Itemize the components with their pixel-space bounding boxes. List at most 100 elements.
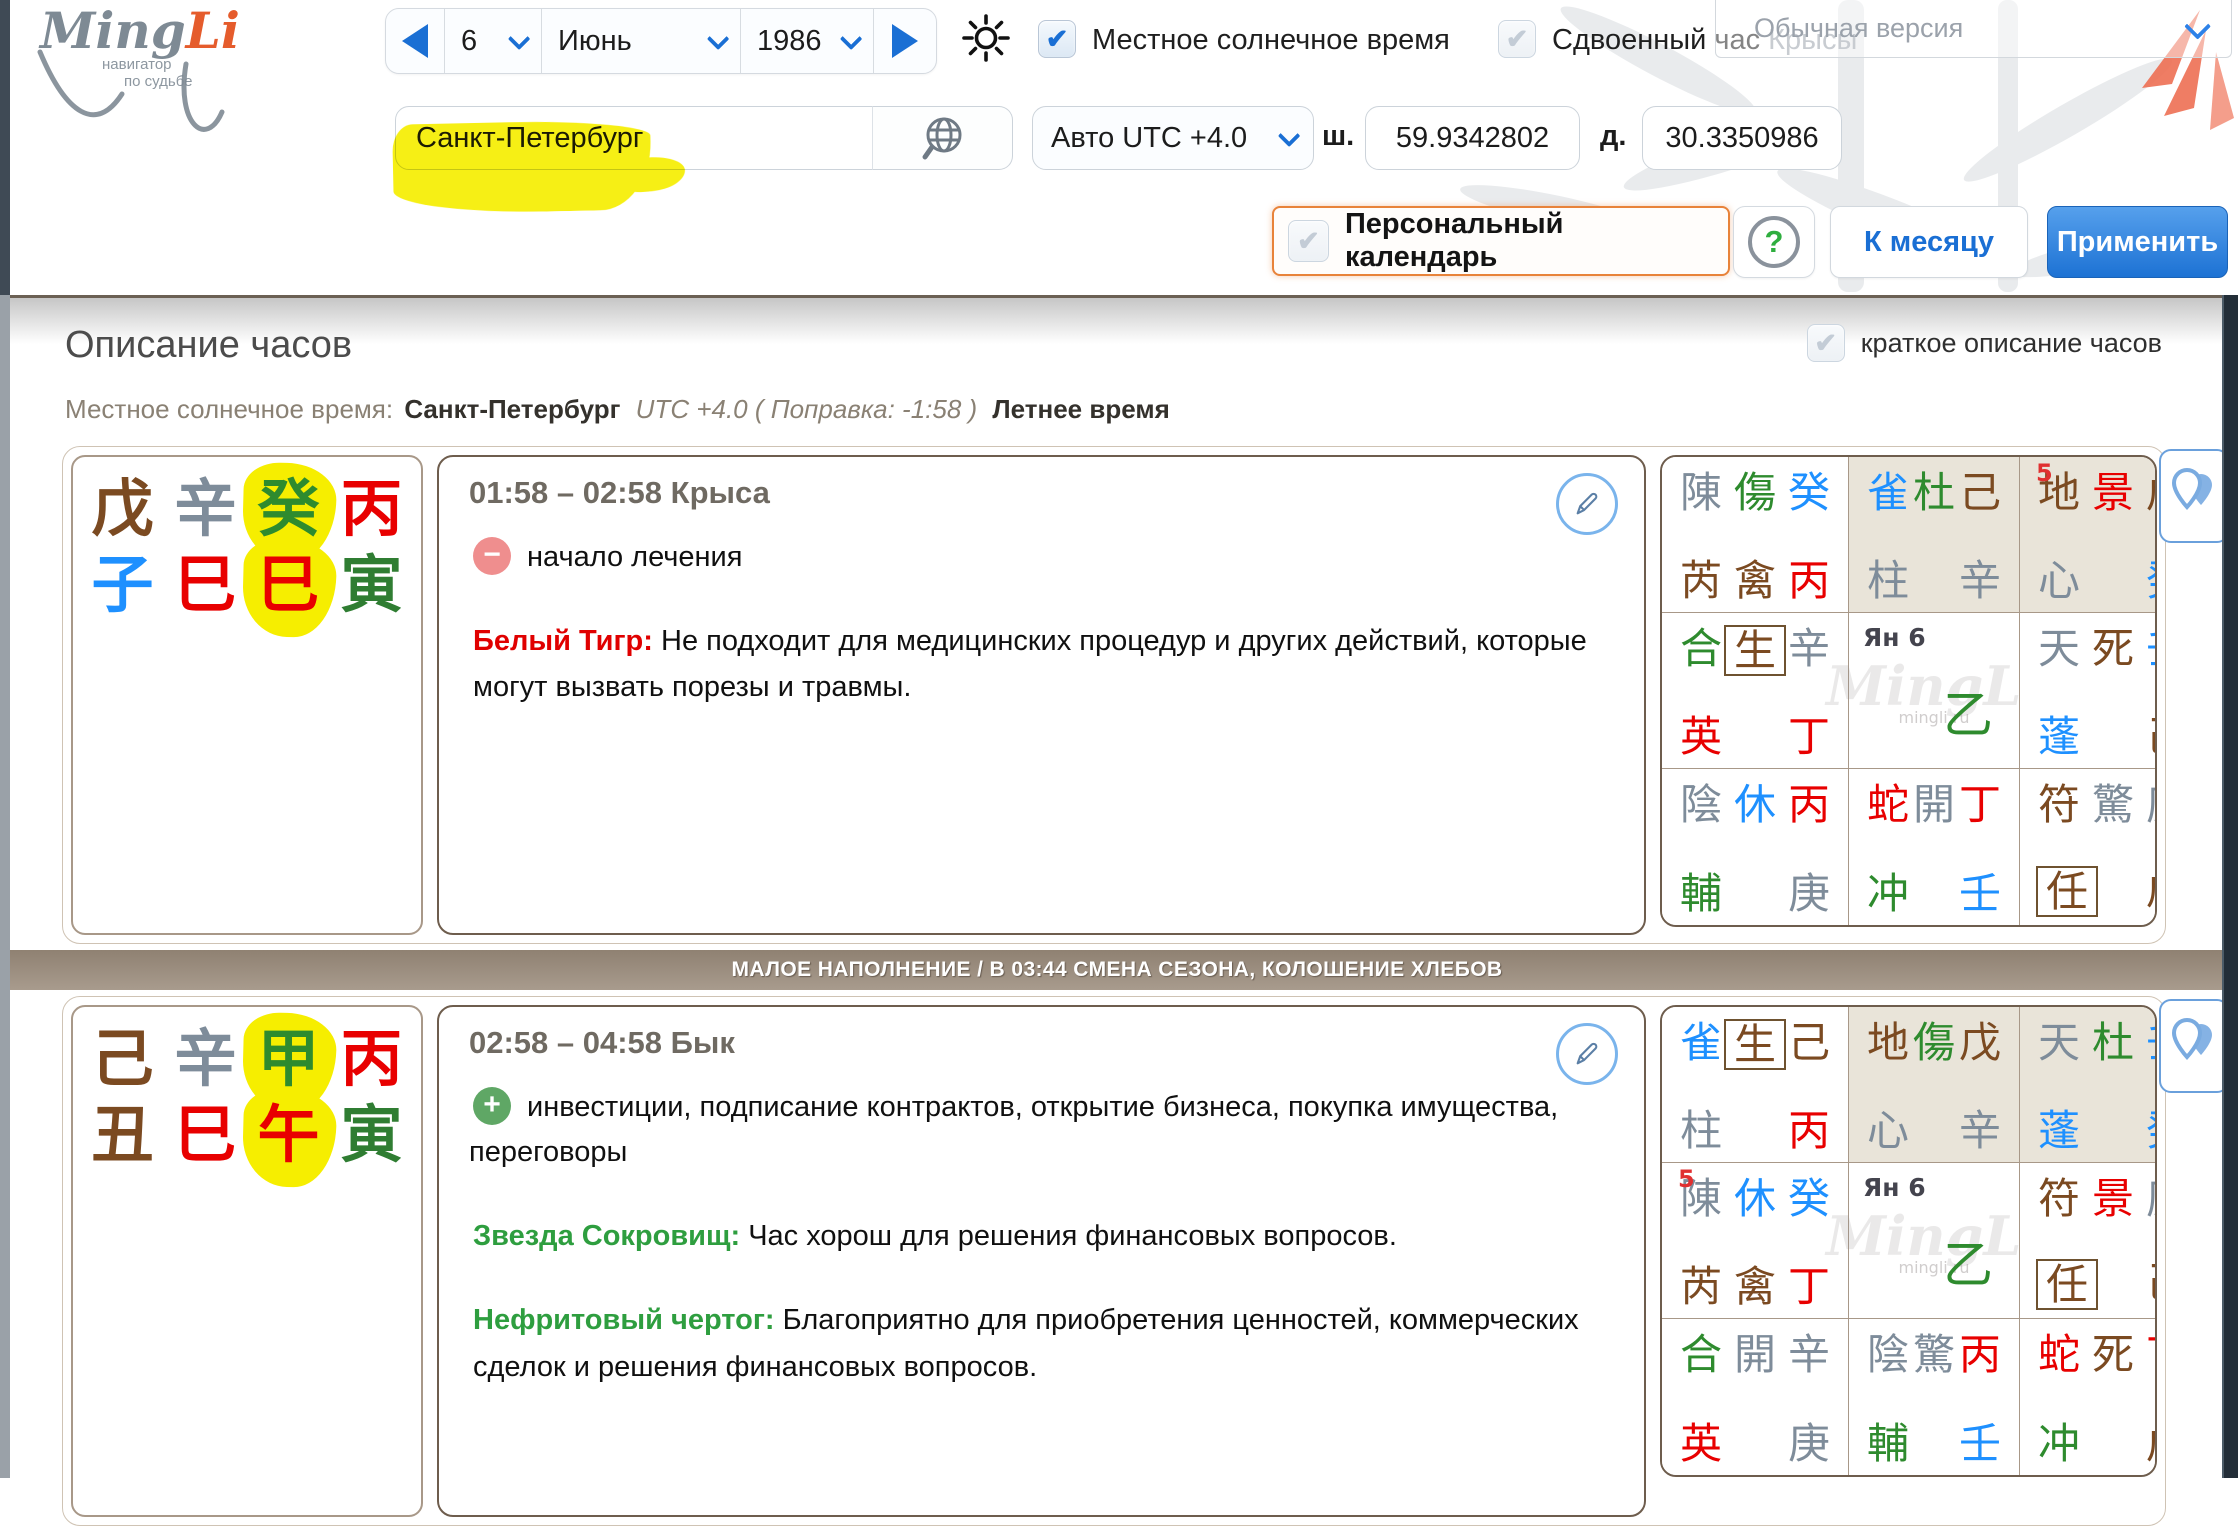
summary-utc: UTC +4.0 ( Поправка: -1:58 ) xyxy=(636,394,978,424)
grid-char: 英 xyxy=(1678,713,1724,760)
grid-char: 任 xyxy=(2036,1259,2098,1310)
edit-button[interactable] xyxy=(1556,1023,1618,1085)
hour-description: Нефритовый чертог: Благоприятно для прио… xyxy=(473,1297,1614,1390)
season-separator: МАЛОЕ НАПОЛНЕНИЕ / В 03:44 СМЕНА СЕЗОНА,… xyxy=(10,950,2224,990)
longitude-input[interactable]: 30.3350986 xyxy=(1642,106,1842,170)
grid-cell-row: 陳休癸 xyxy=(1670,1175,1840,1222)
grid-char: 丙 xyxy=(1786,781,1832,828)
solar-time-checkbox[interactable]: ✔ xyxy=(1038,20,1076,58)
day-select[interactable]: 6 xyxy=(444,9,542,73)
edit-button[interactable] xyxy=(1556,473,1618,535)
grid-char: 己 xyxy=(1957,469,2003,516)
grid-char: 庚 xyxy=(2144,781,2157,828)
latitude-value: 59.9342802 xyxy=(1396,122,1549,155)
check-icon: ✔ xyxy=(1814,330,1837,357)
pillar-char: 巳 xyxy=(247,547,330,623)
grid-char: 景 xyxy=(2090,469,2136,516)
pillar-row: 丑巳午寅 xyxy=(77,1097,417,1173)
map-pins-button[interactable] xyxy=(2159,999,2229,1093)
next-day-button[interactable] xyxy=(874,9,936,73)
latitude-input[interactable]: 59.9342802 xyxy=(1365,106,1580,170)
grid-char: 休 xyxy=(1732,781,1778,828)
help-button[interactable]: ? xyxy=(1733,206,1815,278)
pillar-row: 己辛甲丙 xyxy=(77,1021,417,1097)
pillar-char: 丑 xyxy=(81,1097,164,1173)
month-select[interactable]: Июнь xyxy=(542,9,741,73)
double-rat-hour-checkbox[interactable]: ✔ xyxy=(1498,20,1536,58)
grid-char: 戊 xyxy=(2144,866,2157,917)
grid-char: 合 xyxy=(1678,1331,1724,1378)
summary-dst: Летнее время xyxy=(992,394,1169,424)
map-pins-button[interactable] xyxy=(2159,449,2229,543)
grid-char: 乙 xyxy=(1943,675,1993,747)
day-value: 6 xyxy=(461,25,477,58)
grid-cell: 蛇死丁冲戊 xyxy=(2020,1319,2157,1475)
version-dropdown[interactable]: Обычная версия xyxy=(1715,0,2232,58)
year-select[interactable]: 1986 xyxy=(741,9,874,73)
minus-icon xyxy=(473,537,511,575)
grid-cell-row: 輔壬 xyxy=(1857,1420,2011,1467)
personal-calendar-label: Персональный календарь xyxy=(1345,208,1714,274)
grid-char: 開 xyxy=(1732,1331,1778,1378)
grid-char xyxy=(1732,870,1778,917)
logo-swash xyxy=(26,24,326,154)
grid-cell-row: 冲壬 xyxy=(1857,870,2011,917)
date-navigator: 6 Июнь 1986 xyxy=(385,8,937,74)
check-icon: ✔ xyxy=(1297,228,1320,255)
year-value: 1986 xyxy=(757,25,822,58)
prev-day-button[interactable] xyxy=(386,9,444,73)
grid-char: 柱 xyxy=(1678,1107,1724,1154)
grid-cell-row: 蛇開丁 xyxy=(1857,781,2011,828)
grid-cell-row: 英庚 xyxy=(1670,1420,1840,1467)
pillar-char: 丙 xyxy=(330,471,413,547)
map-pins-icon xyxy=(2168,466,2220,526)
grid-char: 戊 xyxy=(1957,1019,2003,1066)
pillar-char: 丙 xyxy=(330,1021,413,1097)
pillar-char: 癸 xyxy=(247,471,330,547)
arrow-right-icon xyxy=(892,24,918,58)
cell-number-badge: 5 xyxy=(2036,459,2053,487)
grid-cell: 雀杜己柱辛 xyxy=(1849,457,2020,613)
pillar-char: 寅 xyxy=(330,547,413,623)
grid-char xyxy=(1911,557,1957,604)
summary-city: Санкт-Петербург xyxy=(404,394,620,424)
grid-char: 丙 xyxy=(1786,1107,1832,1154)
to-month-button[interactable]: К месяцу xyxy=(1830,206,2028,278)
hour-card: 02:58 – 04:58 Бык инвестиции, подписание… xyxy=(437,1005,1646,1517)
grid-char: 己 xyxy=(1786,1019,1832,1070)
checkbox[interactable]: ✔ xyxy=(1288,220,1329,262)
scrollbar-track[interactable] xyxy=(2222,295,2238,1478)
qimen-grid: 陳傷癸芮禽丙雀杜己柱辛5地景戊心癸合生辛英丁Ян 6MingLimingli.r… xyxy=(1660,455,2157,927)
grid-char: 冲 xyxy=(1865,870,1911,917)
pillar-char: 巳 xyxy=(164,547,247,623)
grid-cell-row: 心癸 xyxy=(2028,557,2157,604)
mingli-hours-page: { "colors": {"accent_blue":"#1a6fd4","or… xyxy=(0,0,2238,1478)
grid-char: 癸 xyxy=(2144,557,2157,604)
city-search-button[interactable] xyxy=(872,106,1013,170)
grid-char: 庚 xyxy=(1786,870,1832,917)
personal-calendar-checkbox[interactable]: ✔ Персональный календарь xyxy=(1272,206,1730,276)
brief-description-toggle[interactable]: ✔ краткое описание часов xyxy=(1807,324,2162,362)
grid-cell: 陰休丙輔庚 xyxy=(1662,769,1849,925)
checkbox[interactable]: ✔ xyxy=(1807,324,1845,362)
grid-cell: 符驚庚任戊 xyxy=(2020,769,2157,925)
city-input[interactable]: Санкт-Петербург xyxy=(395,106,873,170)
grid-char xyxy=(2098,1259,2144,1310)
hour-time-title: 02:58 – 04:58 Бык xyxy=(469,1025,1614,1061)
grid-char: 地 xyxy=(1865,1019,1911,1066)
grid-char: 開 xyxy=(1911,781,1957,828)
apply-button[interactable]: Применить xyxy=(2047,206,2228,278)
cell-number-badge: 5 xyxy=(1678,1165,1695,1193)
longitude-label: д. xyxy=(1600,120,1626,153)
pillar-char: 己 xyxy=(81,1021,164,1097)
yan-label: Ян 6 xyxy=(1863,623,1926,652)
grid-char: 辛 xyxy=(1786,1331,1832,1378)
timezone-select[interactable]: Авто UTC +4.0 xyxy=(1032,106,1314,170)
grid-cell-row: 地傷戊 xyxy=(1857,1019,2011,1066)
hour-time-title: 01:58 – 02:58 Крыса xyxy=(469,475,1614,511)
grid-cell-row: 蓬癸 xyxy=(2028,1107,2157,1154)
grid-cell: 地傷戊心辛 xyxy=(1849,1007,2020,1163)
grid-cell-row: 天杜壬 xyxy=(2028,1019,2157,1066)
grid-char: 陰 xyxy=(1678,781,1724,828)
mingli-logo[interactable]: MingLi навигаторпо судьбе xyxy=(40,6,290,91)
